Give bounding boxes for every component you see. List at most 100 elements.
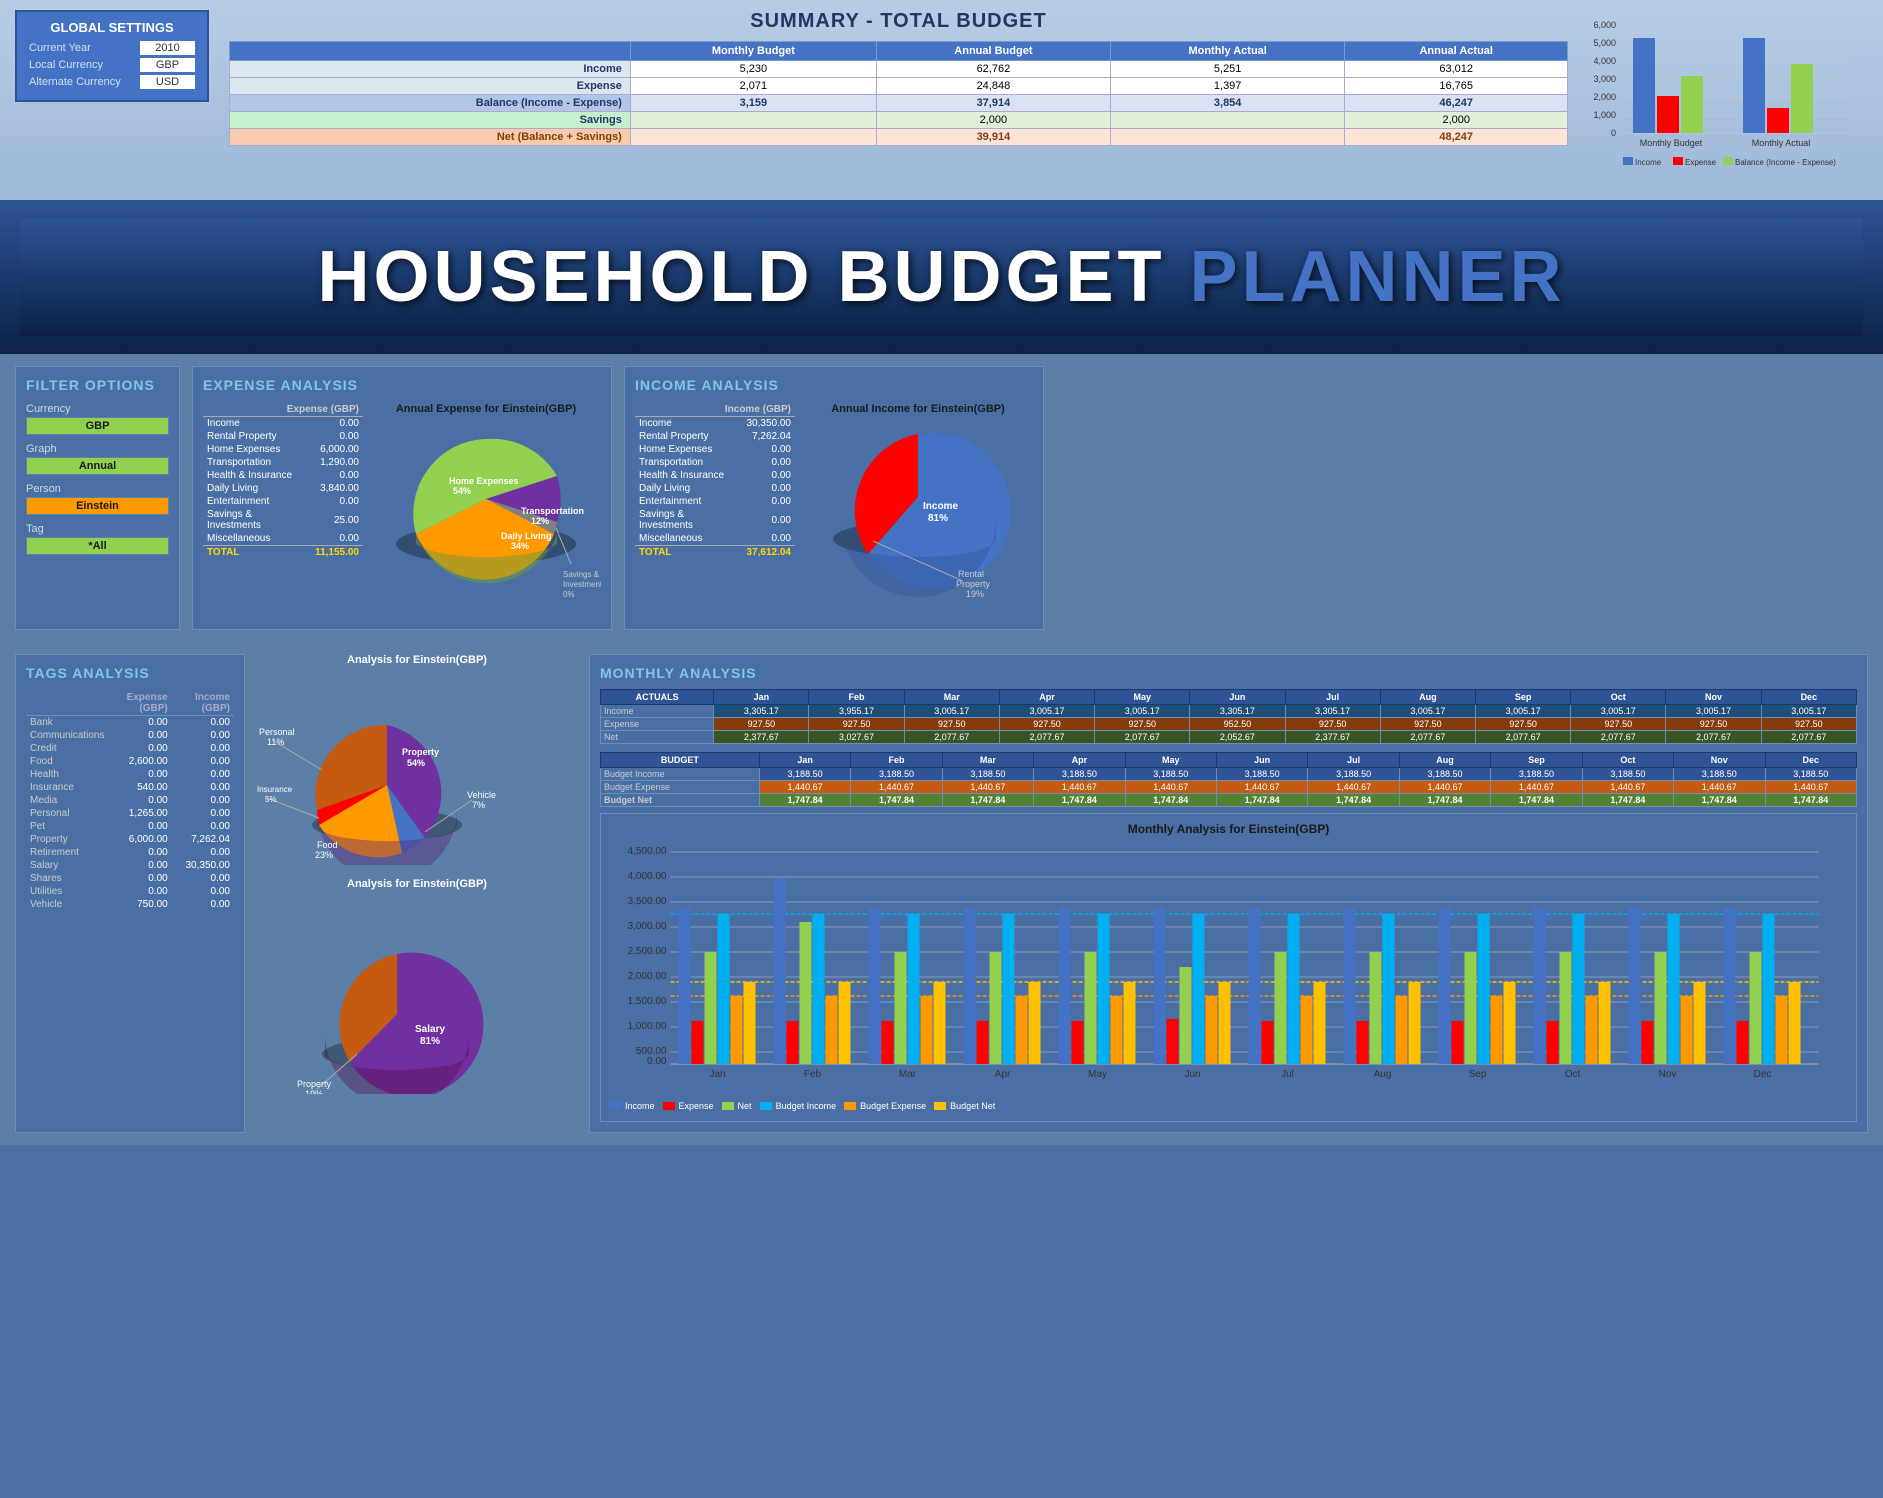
filter-options-panel: FILTER OPTIONS Currency GBP Graph Annual… (15, 366, 180, 630)
month-may: May (1095, 690, 1190, 705)
balance-label: Balance (Income - Expense) (230, 95, 631, 112)
list-item: Retirement0.000.00 (26, 846, 234, 859)
tags-chart1-container: Analysis for Einstein(GBP) Property 54% (257, 654, 577, 870)
savings-annual-budget: 2,000 (876, 112, 1110, 129)
svg-text:Balance (Income - Expense): Balance (Income - Expense) (1735, 158, 1836, 167)
expense-annual-actual: 16,765 (1345, 78, 1568, 95)
svg-text:54%: 54% (453, 486, 471, 496)
svg-text:Jan: Jan (709, 1069, 725, 1080)
income-data-table: Income (GBP) Income30,350.00 Rental Prop… (635, 403, 795, 559)
local-currency-value[interactable]: GBP (140, 58, 195, 72)
svg-text:Savings &: Savings & (563, 570, 600, 579)
title-part2: PLANNER (1190, 237, 1566, 317)
svg-text:Feb: Feb (804, 1069, 822, 1080)
savings-monthly-actual-empty (1110, 112, 1345, 129)
svg-text:Home Expenses: Home Expenses (449, 476, 519, 486)
svg-text:7%: 7% (472, 800, 485, 810)
list-item: Daily Living3,840.00 (203, 482, 363, 495)
budget-label: BUDGET (601, 753, 760, 768)
tags-expense-pie-chart: Property 54% Vehicle 7% Food 23% Insuran… (257, 670, 567, 865)
svg-text:Rental: Rental (958, 569, 984, 579)
expense-total-row: TOTAL11,155.00 (203, 546, 363, 560)
month-mar: Mar (904, 690, 999, 705)
top-section: GLOBAL SETTINGS Current Year 2010 Local … (0, 0, 1883, 200)
tag-filter-value[interactable]: *All (26, 537, 169, 555)
tags-chart1-title: Analysis for Einstein(GBP) (257, 654, 577, 666)
balance-monthly-actual: 3,854 (1110, 95, 1345, 112)
legend-budget-income: Budget Income (776, 1101, 837, 1111)
graph-filter-value[interactable]: Annual (26, 457, 169, 475)
expense-annual-budget: 24,848 (876, 78, 1110, 95)
svg-text:Expense: Expense (1685, 158, 1717, 167)
alternate-currency-value[interactable]: USD (140, 75, 195, 89)
list-item: Salary0.0030,350.00 (26, 859, 234, 872)
list-item: Health0.000.00 (26, 768, 234, 781)
summary-section: SUMMARY - TOTAL BUDGET Monthly Budget An… (229, 10, 1568, 146)
list-item: Utilities0.000.00 (26, 885, 234, 898)
monthly-chart-title: Monthly Analysis for Einstein(GBP) (609, 822, 1848, 836)
list-item: Savings & Investments25.00 (203, 508, 363, 532)
svg-text:19%: 19% (966, 589, 984, 599)
person-filter-value[interactable]: Einstein (26, 497, 169, 515)
current-year-label: Current Year (29, 42, 134, 54)
list-item: Daily Living0.00 (635, 482, 795, 495)
income-analysis-title: INCOME ANALYSIS (635, 377, 1033, 393)
list-item: Income30,350.00 (635, 417, 795, 431)
svg-text:Investments: Investments (563, 580, 601, 589)
summary-col-annual-budget: Annual Budget (876, 42, 1110, 61)
svg-text:1,000.00: 1,000.00 (628, 1021, 667, 1032)
svg-text:4,000.00: 4,000.00 (628, 871, 667, 882)
expense-data-table: Expense (GBP) Income0.00 Rental Property… (203, 403, 363, 559)
list-item: Entertainment0.00 (203, 495, 363, 508)
tags-col-income: Income (GBP) (172, 691, 234, 716)
list-item: Pet0.000.00 (26, 820, 234, 833)
svg-text:Property: Property (956, 579, 991, 589)
list-item: Rental Property0.00 (203, 430, 363, 443)
income-pie-chart: Annual Income for Einstein(GBP) Income 8… (803, 403, 1033, 619)
month-aug: Aug (1380, 690, 1475, 705)
svg-text:81%: 81% (928, 513, 948, 524)
tag-filter-label: Tag (26, 523, 169, 535)
balance-annual-budget: 37,914 (876, 95, 1110, 112)
list-item: Vehicle750.000.00 (26, 898, 234, 911)
current-year-value[interactable]: 2010 (140, 41, 195, 55)
list-item: Transportation0.00 (635, 456, 795, 469)
svg-text:Salary: Salary (415, 1024, 445, 1035)
svg-text:2,000.00: 2,000.00 (628, 971, 667, 982)
month-jun: Jun (1190, 690, 1285, 705)
list-item: Income3,305.173,955.173,005.173,005.173,… (601, 705, 1857, 718)
middle-section: FILTER OPTIONS Currency GBP Graph Annual… (0, 354, 1883, 642)
monthly-chart-legend: Income Expense Net Budget Income Budget … (609, 1101, 1848, 1113)
list-item: Miscellaneous0.00 (203, 532, 363, 546)
month-apr: Apr (999, 690, 1094, 705)
tags-analysis-title: TAGS ANALYSIS (26, 665, 234, 681)
list-item: Income0.00 (203, 417, 363, 431)
balance-row: Balance (Income - Expense) 3,159 37,914 … (230, 95, 1568, 112)
expense-label: Expense (230, 78, 631, 95)
svg-text:4,500.00: 4,500.00 (628, 846, 667, 857)
svg-text:6,000: 6,000 (1593, 20, 1616, 30)
legend-expense: Expense (679, 1101, 714, 1111)
person-filter-label: Person (26, 483, 169, 495)
month-sep: Sep (1475, 690, 1570, 705)
monthly-bar-chart: 4,500.00 4,000.00 3,500.00 3,000.00 2,50… (609, 842, 1848, 1092)
list-item: Personal1,265.000.00 (26, 807, 234, 820)
svg-text:11%: 11% (267, 737, 284, 747)
legend-budget-net: Budget Net (950, 1101, 995, 1111)
monthly-analysis-title: MONTHLY ANALYSIS (600, 665, 1857, 681)
monthly-actuals-table: ACTUALS Jan Feb Mar Apr May Jun Jul Aug … (600, 689, 1857, 744)
expense-chart-title: Annual Expense for Einstein(GBP) (371, 403, 601, 415)
net-monthly-budget-empty (630, 129, 876, 146)
global-settings-title: GLOBAL SETTINGS (29, 20, 195, 35)
global-settings-panel: GLOBAL SETTINGS Current Year 2010 Local … (15, 10, 209, 102)
list-item: Savings & Investments0.00 (635, 508, 795, 532)
list-item: Budget Net1,747.841,747.841,747.841,747.… (601, 794, 1857, 807)
tags-chart2-title: Analysis for Einstein(GBP) (257, 878, 577, 890)
currency-filter-value[interactable]: GBP (26, 417, 169, 435)
svg-text:Transportation: Transportation (521, 506, 584, 516)
list-item: Health & Insurance0.00 (203, 469, 363, 482)
svg-text:2,000: 2,000 (1593, 92, 1616, 102)
svg-text:Insurance: Insurance (257, 785, 293, 794)
svg-text:34%: 34% (511, 541, 529, 551)
svg-text:Income: Income (1635, 158, 1662, 167)
